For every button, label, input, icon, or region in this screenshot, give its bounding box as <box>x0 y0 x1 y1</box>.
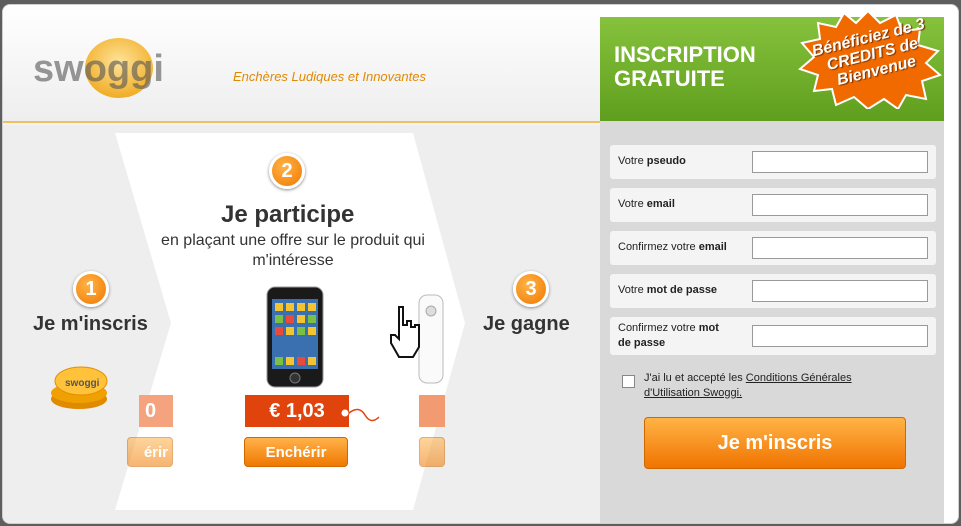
password-confirm-label: Confirmez votre mot de passe <box>618 322 719 349</box>
step1-number: 1 <box>73 271 109 307</box>
email-confirm-input[interactable] <box>752 237 928 259</box>
step1-title: Je m'inscris <box>33 313 148 335</box>
svg-text:swoggi: swoggi <box>65 378 100 389</box>
email-label: Votre email <box>618 198 675 210</box>
password-confirm-row: Confirmez votre mot de passe <box>610 317 936 355</box>
pseudo-input[interactable] <box>752 151 928 173</box>
password-confirm-input[interactable] <box>752 325 928 347</box>
product-price: € 1,03 <box>245 395 349 427</box>
signup-panel: INSCRIPTION GRATUITE Bénéficiez de 3 CRE… <box>600 9 944 523</box>
step3-number: 3 <box>513 271 549 307</box>
step3-title: Je gagne <box>483 313 570 335</box>
hand-cursor-icon <box>390 306 420 358</box>
password-row: Votre mot de passe <box>610 274 936 308</box>
email-confirm-row: Confirmez votre email <box>610 231 936 265</box>
step2-subtitle: en plaçant une offre sur le produit qui … <box>161 232 425 269</box>
left-product-price: 0 <box>139 395 173 427</box>
password-label: Votre mot de passe <box>618 284 718 296</box>
bid-button[interactable]: Enchérir <box>244 437 348 467</box>
terms-text: J'ai lu et accepté les Conditions Généra… <box>644 372 852 399</box>
iphone-image[interactable] <box>265 285 325 389</box>
left-bid-button[interactable]: érir <box>127 437 173 467</box>
signup-submit-button[interactable]: Je m'inscris <box>644 417 906 469</box>
steps-section: swoggi Enchères Ludiques et Innovantes 1… <box>3 5 600 523</box>
step2-title: Je participe <box>221 201 355 228</box>
coins-icon: swoggi <box>51 366 108 409</box>
email-input[interactable] <box>752 194 928 216</box>
signup-form: Votre pseudo Votre email Confirmez votre… <box>600 121 944 523</box>
pseudo-row: Votre pseudo <box>610 145 936 179</box>
email-row: Votre email <box>610 188 936 222</box>
price-tag-icon <box>340 408 380 422</box>
pseudo-label: Votre pseudo <box>618 155 686 167</box>
signup-title: INSCRIPTION GRATUITE <box>614 42 756 91</box>
terms-checkbox[interactable] <box>622 375 635 388</box>
password-input[interactable] <box>752 280 928 302</box>
email-confirm-label: Confirmez votre email <box>618 241 727 253</box>
step2-number: 2 <box>269 153 305 189</box>
right-bid-button[interactable] <box>419 437 445 467</box>
page-frame: swoggi Enchères Ludiques et Innovantes 1… <box>2 4 959 524</box>
right-product-price <box>419 395 445 427</box>
